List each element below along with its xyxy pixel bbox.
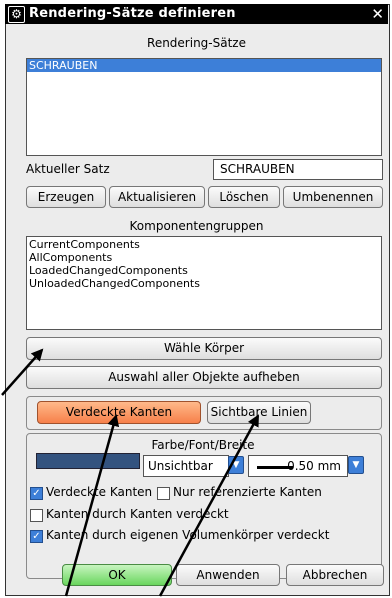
arrow-to-visible-lines-tab bbox=[158, 414, 260, 597]
arrow-to-hidden-edges-tab bbox=[64, 414, 120, 597]
annotation-arrows bbox=[1, 348, 260, 597]
arrow-to-select-bodies bbox=[1, 348, 44, 396]
